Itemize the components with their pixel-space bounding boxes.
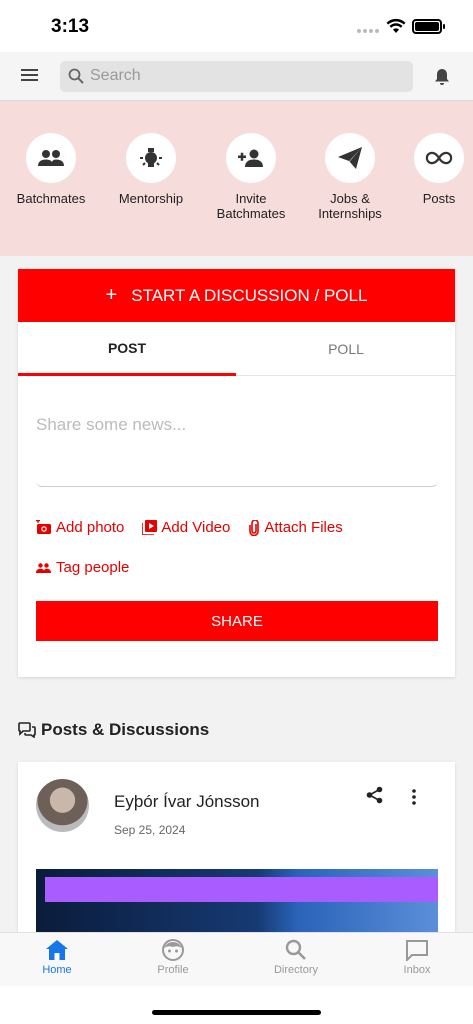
search-bar[interactable]: [60, 61, 413, 92]
start-discussion-label: START A DISCUSSION / POLL: [131, 285, 368, 305]
battery-icon: [412, 19, 445, 34]
infinity-icon: [425, 151, 453, 165]
search-icon: [68, 68, 84, 84]
composer-tabs: POST POLL: [18, 322, 455, 376]
bottom-navigation: Home Profile Directory Inbox: [0, 932, 473, 986]
app-bar: [0, 52, 473, 101]
quick-action-label: Posts: [422, 191, 456, 206]
nav-profile-label: Profile: [157, 964, 189, 976]
share-news-input[interactable]: [36, 409, 438, 487]
search-input[interactable]: [90, 65, 390, 87]
tab-post[interactable]: POST: [18, 322, 236, 376]
nav-profile[interactable]: Profile: [133, 939, 213, 976]
quick-action-label: Jobs & Internships: [318, 191, 382, 221]
post-card[interactable]: Eyþór Ívar Jónsson Sep 25, 2024: [18, 762, 455, 952]
posts-section-heading: Posts & Discussions: [18, 720, 209, 740]
home-indicator-area: [0, 986, 473, 1024]
tag-people-button[interactable]: Tag people: [36, 559, 129, 576]
forum-icon: [18, 722, 36, 738]
quick-action-mentorship[interactable]: Mentorship: [101, 133, 201, 206]
quick-actions: Batchmates Mentorship Invite Batchmates: [0, 101, 473, 256]
composer-card: + START A DISCUSSION / POLL POST POLL Ad…: [18, 269, 455, 677]
status-bar: 3:13: [0, 0, 473, 52]
paperclip-icon: [249, 519, 260, 536]
section-title: Posts & Discussions: [41, 720, 210, 739]
post-image-banner: [45, 877, 438, 902]
post-date: Sep 25, 2024: [114, 823, 186, 837]
notification-bell-icon[interactable]: [434, 68, 450, 86]
add-photo-label: Add photo: [56, 519, 125, 536]
avatar[interactable]: [36, 779, 89, 832]
send-icon: [338, 147, 362, 169]
video-library-icon: [142, 520, 158, 535]
profile-face-icon: [162, 939, 184, 961]
more-options-icon[interactable]: [411, 789, 417, 805]
nav-home[interactable]: Home: [17, 939, 97, 976]
tag-people-label: Tag people: [56, 559, 130, 576]
home-icon: [46, 940, 68, 960]
quick-action-batchmates[interactable]: Batchmates: [1, 133, 101, 206]
search-icon: [285, 939, 306, 960]
attach-files-label: Attach Files: [264, 519, 343, 536]
nav-directory[interactable]: Directory: [256, 939, 336, 976]
quick-action-label: Mentorship: [118, 191, 184, 206]
quick-action-invite-batchmates[interactable]: Invite Batchmates: [201, 133, 301, 221]
add-video-button[interactable]: Add Video: [142, 519, 230, 536]
quick-action-label: Batchmates: [16, 191, 86, 206]
wifi-icon: [386, 18, 406, 33]
home-indicator[interactable]: [152, 1010, 321, 1015]
tab-poll[interactable]: POLL: [237, 322, 455, 376]
status-time: 3:13: [51, 16, 90, 37]
add-photo-icon: [36, 520, 51, 534]
quick-action-label: Invite Batchmates: [216, 191, 286, 221]
quick-action-jobs[interactable]: Jobs & Internships: [300, 133, 400, 221]
lightbulb-icon: [140, 148, 162, 167]
plus-icon: +: [105, 284, 118, 306]
start-discussion-button[interactable]: + START A DISCUSSION / POLL: [18, 269, 455, 322]
share-icon[interactable]: [366, 786, 383, 804]
person-add-icon: [238, 149, 263, 167]
share-button[interactable]: SHARE: [36, 601, 438, 641]
post-author[interactable]: Eyþór Ívar Jónsson: [114, 792, 260, 812]
nav-inbox[interactable]: Inbox: [377, 939, 457, 976]
chat-bubble-icon: [406, 940, 428, 961]
group-icon: [38, 150, 64, 166]
attachment-options: Add photo Add Video Attach Files: [36, 519, 343, 536]
nav-directory-label: Directory: [273, 964, 318, 976]
nav-home-label: Home: [42, 964, 72, 976]
add-video-label: Add Video: [161, 519, 231, 536]
nav-inbox-label: Inbox: [403, 964, 431, 976]
add-photo-button[interactable]: Add photo: [36, 519, 124, 536]
attach-files-button[interactable]: Attach Files: [248, 519, 343, 536]
menu-icon[interactable]: [21, 68, 39, 82]
signal-icon: [357, 29, 381, 35]
people-icon: [36, 562, 51, 573]
quick-action-posts[interactable]: Posts: [389, 133, 473, 206]
